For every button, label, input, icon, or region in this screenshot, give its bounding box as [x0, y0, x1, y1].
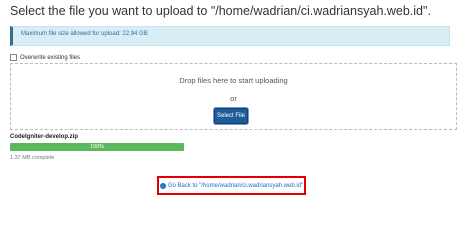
overwrite-checkbox[interactable]: [10, 54, 17, 61]
select-file-button[interactable]: Select File: [214, 108, 248, 124]
max-file-size-text: Maximum file size allowed for upload: 22…: [21, 31, 148, 37]
arrow-left-circle-icon: ←: [159, 182, 166, 189]
page-title: Select the file you want to upload to "/…: [10, 4, 431, 18]
upload-status-text: 1.37 MB complete: [10, 155, 55, 161]
file-drop-zone[interactable]: Drop files here to start uploading or Se…: [10, 63, 457, 130]
upload-file-name: CodeIgniter-develop.zip: [10, 134, 79, 140]
max-file-size-alert: Maximum file size allowed for upload: 22…: [10, 26, 450, 46]
overwrite-label: Overwrite existing files: [20, 54, 81, 61]
drop-zone-text: Drop files here to start uploading: [179, 76, 288, 85]
overwrite-option[interactable]: Overwrite existing files: [10, 54, 80, 61]
drop-zone-or-text: or: [230, 94, 237, 103]
upload-progress-bar: 100%: [10, 143, 184, 151]
go-back-link[interactable]: ← Go Back to "/home/wadrian/ci.wadriansy…: [157, 176, 306, 195]
go-back-label[interactable]: Go Back to "/home/wadrian/ci.wadriansyah…: [168, 183, 303, 189]
upload-progress-label: 100%: [89, 144, 105, 150]
